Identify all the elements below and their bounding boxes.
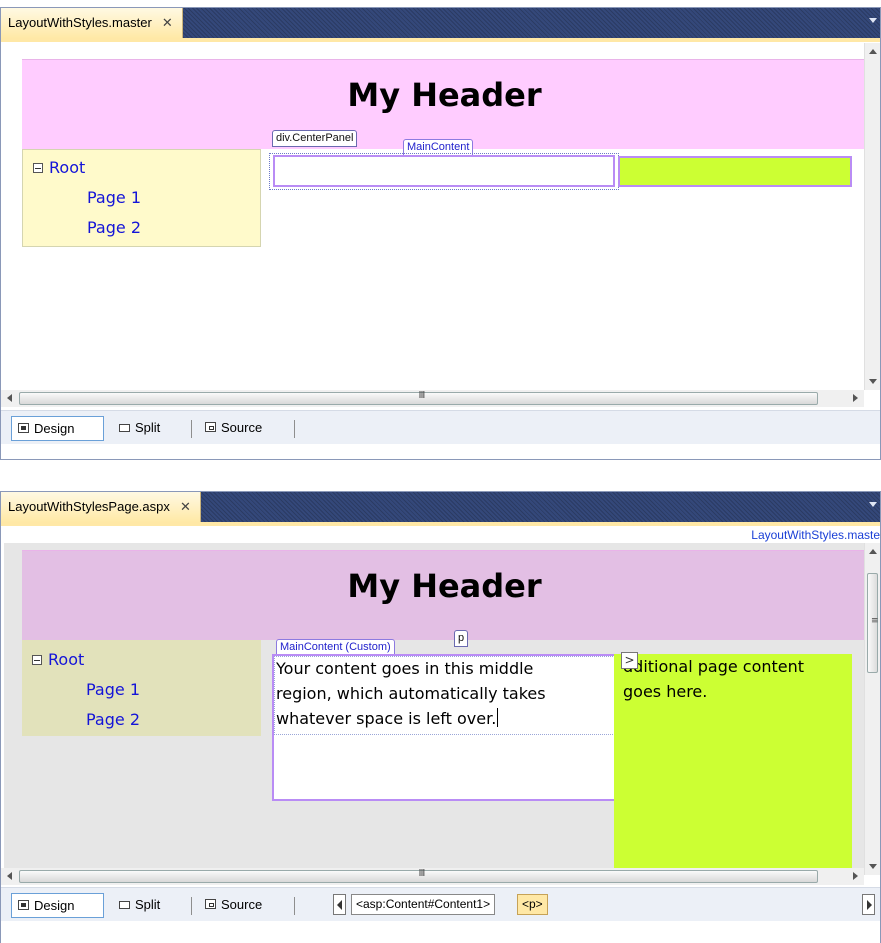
design-view-tab[interactable]: Design bbox=[11, 893, 104, 918]
horizontal-scroll-thumb[interactable]: III bbox=[19, 390, 818, 405]
design-surface[interactable]: My Header Root Page 1 Page 2 MainContent… bbox=[4, 543, 864, 875]
tree-node-root[interactable]: Root bbox=[33, 158, 85, 177]
tab-dropdown-icon[interactable] bbox=[869, 502, 877, 507]
page-header: My Header bbox=[22, 550, 864, 640]
close-tab-icon[interactable]: ✕ bbox=[180, 492, 191, 522]
content-line: region, which automatically takes bbox=[276, 684, 546, 703]
design-view-tab[interactable]: Design bbox=[11, 416, 104, 441]
content-line: whatever space is left over. bbox=[276, 708, 499, 728]
content-page-editor-window: LayoutWithStylesPage.aspx ✕ LayoutWithSt… bbox=[0, 491, 881, 943]
breadcrumb-prev-button[interactable] bbox=[333, 894, 346, 915]
split-tab-label: Split bbox=[135, 420, 161, 435]
document-tab-aspx[interactable]: LayoutWithStylesPage.aspx ✕ bbox=[1, 492, 201, 522]
scroll-right-icon[interactable] bbox=[853, 394, 858, 402]
right-line: dditional page content bbox=[623, 657, 805, 676]
document-tab-strip: LayoutWithStylesPage.aspx ✕ bbox=[1, 492, 880, 522]
header-title: My Header bbox=[347, 76, 542, 114]
vertical-scrollbar[interactable] bbox=[864, 43, 880, 390]
document-tab-strip: LayoutWithStyles.master ✕ bbox=[1, 8, 880, 38]
document-tab-label: LayoutWithStyles.master bbox=[8, 15, 152, 30]
main-content-placeholder[interactable] bbox=[273, 155, 615, 187]
horizontal-scroll-thumb[interactable]: III bbox=[19, 868, 818, 883]
header-title: My Header bbox=[347, 567, 542, 605]
close-tab-icon[interactable]: ✕ bbox=[162, 8, 173, 38]
master-editor-window: LayoutWithStyles.master ✕ My Header Root… bbox=[0, 7, 881, 460]
design-icon bbox=[18, 900, 29, 910]
smart-tag-icon[interactable]: > bbox=[621, 652, 638, 669]
chevron-right-icon bbox=[867, 900, 872, 910]
document-tab-label: LayoutWithStylesPage.aspx bbox=[8, 499, 170, 514]
view-switcher-bar: Design Split Source bbox=[1, 410, 880, 444]
tree-node-label[interactable]: Root bbox=[49, 158, 85, 177]
right-panel-text[interactable]: dditional page content goes here. bbox=[623, 654, 804, 704]
main-content-region[interactable]: Your content goes in this middle region,… bbox=[272, 654, 617, 801]
text-caret bbox=[497, 708, 499, 727]
chevron-left-icon bbox=[337, 900, 342, 910]
scroll-up-icon[interactable] bbox=[869, 49, 877, 54]
scroll-left-icon[interactable] bbox=[7, 394, 12, 402]
scroll-grip: ≡ bbox=[871, 616, 879, 626]
scroll-up-icon[interactable] bbox=[869, 549, 877, 554]
tree-node-page1[interactable]: Page 1 bbox=[87, 188, 141, 207]
tab-accent-bar bbox=[1, 38, 880, 42]
content-line: Your content goes in this middle bbox=[276, 659, 534, 678]
right-panel[interactable]: dditional page content goes here. bbox=[614, 654, 852, 875]
scroll-grip: III bbox=[418, 868, 426, 879]
document-tab-master[interactable]: LayoutWithStyles.master ✕ bbox=[1, 8, 183, 38]
tree-node-root[interactable]: Root bbox=[32, 650, 84, 669]
source-tab-label: Source bbox=[221, 420, 263, 435]
source-view-tab[interactable]: Source bbox=[199, 893, 262, 918]
tree-node-page1[interactable]: Page 1 bbox=[86, 680, 140, 699]
vertical-scrollbar[interactable]: ≡ bbox=[864, 543, 880, 875]
design-surface[interactable]: My Header Root Page 1 Page 2 div.CenterP… bbox=[4, 43, 864, 390]
split-tab-label: Split bbox=[135, 897, 161, 912]
collapse-icon[interactable] bbox=[32, 655, 42, 665]
source-tab-label: Source bbox=[221, 897, 263, 912]
breadcrumb-content1[interactable]: <asp:Content#Content1> bbox=[351, 894, 496, 915]
scroll-down-icon[interactable] bbox=[869, 864, 877, 869]
tree-node-page2[interactable]: Page 2 bbox=[86, 710, 140, 729]
scroll-down-icon[interactable] bbox=[869, 379, 877, 384]
split-view-tab[interactable]: Split bbox=[113, 893, 160, 918]
page-header[interactable]: My Header bbox=[22, 59, 864, 149]
source-icon bbox=[205, 899, 216, 909]
center-panel-tag[interactable]: div.CenterPanel bbox=[272, 130, 358, 147]
right-panel[interactable] bbox=[618, 156, 852, 187]
nav-tree-panel: Root Page 1 Page 2 bbox=[22, 640, 261, 736]
split-icon bbox=[119, 424, 130, 432]
design-tab-label: Design bbox=[34, 898, 75, 913]
tree-node-label[interactable]: Root bbox=[48, 650, 84, 669]
design-tab-label: Design bbox=[34, 421, 75, 436]
breadcrumb-p[interactable]: <p> bbox=[517, 894, 548, 915]
divider bbox=[294, 420, 295, 438]
horizontal-scrollbar[interactable]: III bbox=[1, 868, 864, 885]
divider bbox=[191, 897, 192, 915]
nav-tree-panel[interactable]: Root Page 1 Page 2 bbox=[22, 149, 261, 247]
design-icon bbox=[18, 423, 29, 433]
scroll-grip: III bbox=[418, 390, 426, 401]
vertical-scroll-thumb[interactable]: ≡ bbox=[867, 573, 879, 673]
p-element-tag[interactable]: p bbox=[454, 630, 469, 647]
collapse-icon[interactable] bbox=[33, 163, 43, 173]
source-view-tab[interactable]: Source bbox=[199, 416, 262, 441]
breadcrumb-next-button[interactable] bbox=[862, 894, 875, 915]
scroll-right-icon[interactable] bbox=[853, 872, 858, 880]
view-switcher-bar: Design Split Source <asp:Content#Content… bbox=[1, 887, 880, 921]
split-view-tab[interactable]: Split bbox=[113, 416, 160, 441]
split-icon bbox=[119, 901, 130, 909]
right-line: goes here. bbox=[623, 682, 708, 701]
divider bbox=[191, 420, 192, 438]
source-icon bbox=[205, 422, 216, 432]
master-page-link[interactable]: LayoutWithStyles.maste bbox=[751, 528, 880, 542]
horizontal-scrollbar[interactable]: III bbox=[1, 390, 864, 407]
main-content-text[interactable]: Your content goes in this middle region,… bbox=[276, 656, 546, 731]
tab-dropdown-icon[interactable] bbox=[869, 18, 877, 23]
tree-node-page2[interactable]: Page 2 bbox=[87, 218, 141, 237]
scroll-left-icon[interactable] bbox=[7, 872, 12, 880]
tab-accent-bar bbox=[1, 522, 880, 526]
divider bbox=[294, 897, 295, 915]
